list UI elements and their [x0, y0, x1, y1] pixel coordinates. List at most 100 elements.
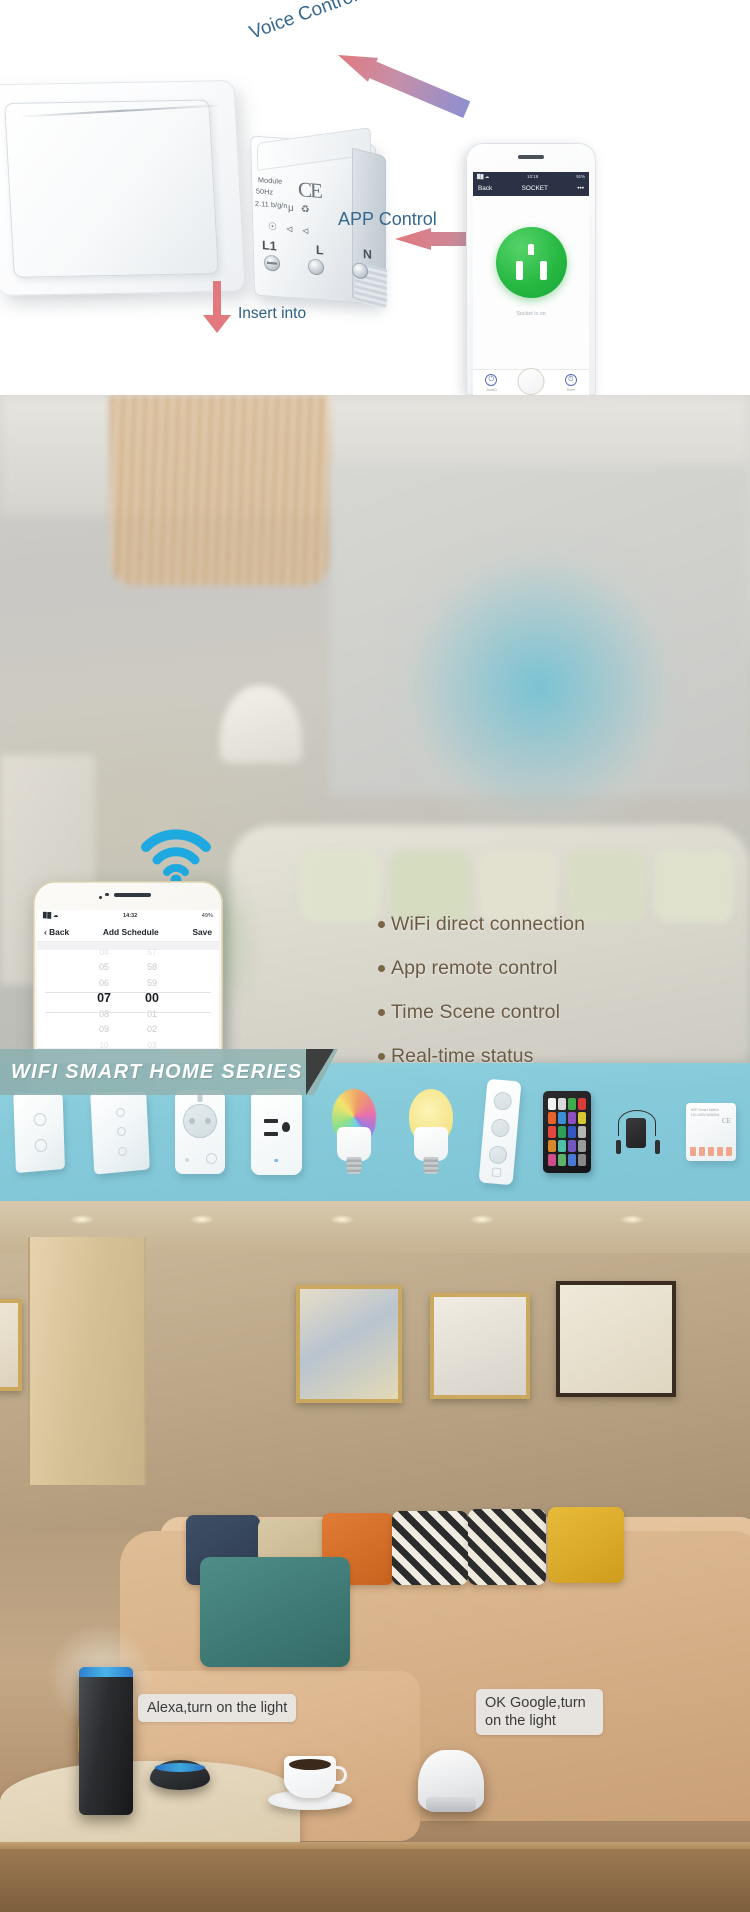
wall-picture-4 — [0, 1299, 22, 1391]
socket-face — [183, 1104, 217, 1138]
sensor-dot-icon — [99, 896, 102, 899]
save-button[interactable]: Save — [192, 927, 212, 937]
battery-icon: 49% — [202, 913, 213, 919]
relay-terminal — [699, 1147, 705, 1156]
action-switch[interactable]: ⏻ Switch — [485, 374, 497, 392]
touch-key-icon — [33, 1112, 46, 1125]
series-banner-title: WIFI SMART HOME SERIES — [11, 1061, 303, 1084]
product-touch-switch-2gang — [14, 1093, 66, 1171]
hour-column[interactable]: 04 05 06 07 08 09 10 — [97, 945, 111, 1054]
wall-artwork — [388, 535, 678, 825]
time-picker[interactable]: 04 05 06 07 08 09 10 57 58 59 00 01 02 0… — [37, 950, 219, 1048]
coffee-cup — [284, 1756, 336, 1798]
relay-terminal — [708, 1147, 714, 1156]
relay-print-text: WiFi Smart Switch 100-240V 50/60Hz — [691, 1108, 731, 1117]
product-mini-relay-module: WiFi Smart Switch 100-240V 50/60Hz CE — [686, 1103, 736, 1161]
back-button[interactable]: ‹ Back — [44, 927, 69, 937]
strip-power-button[interactable] — [492, 1167, 502, 1177]
wall-picture-1 — [296, 1285, 402, 1403]
strip-socket — [488, 1145, 508, 1165]
status-bar: ▉█ ☁ 14:32 49% — [37, 910, 219, 922]
relay-terminal-row — [690, 1147, 732, 1157]
touch-key-icon — [115, 1108, 124, 1117]
echo-light-ring — [79, 1667, 133, 1677]
more-options-button[interactable]: ••• — [577, 185, 584, 192]
product-marketing-page: Module 50Hz 2.11 b/g/n CE μ♻ ☉⏿⏿ L1 L N — [0, 0, 750, 1912]
ceiling-spotlight — [470, 1215, 494, 1224]
cup-handle — [330, 1766, 347, 1784]
feature-item: Real-time status — [378, 1045, 718, 1063]
caption-google: OK Google,turn on the light — [476, 1689, 603, 1735]
minute-option: 02 — [147, 1022, 157, 1038]
nav-bar: Back SOCKET ••• — [473, 181, 589, 196]
voice-control-arrow-icon — [333, 43, 472, 122]
ce-mark-icon: CE — [298, 177, 321, 204]
socket-toggle-button[interactable] — [496, 227, 567, 298]
module-print-line-2: 50Hz — [256, 186, 273, 196]
screw-icon — [308, 258, 324, 275]
phone-screen: ▉█ ☁ 10:18 91% Back SOCKET ••• Socket is… — [473, 172, 589, 369]
page-title: SOCKET — [522, 185, 548, 192]
minute-option: 58 — [147, 960, 157, 976]
signal-icon: ▉█ ☁ — [477, 174, 489, 180]
sofa-pillow-yellow — [548, 1507, 624, 1583]
product-us-smart-socket — [251, 1089, 302, 1175]
relay-terminal — [690, 1147, 696, 1156]
back-button[interactable]: Back — [478, 185, 492, 192]
section-gap — [37, 942, 219, 950]
product-eu-smart-socket — [175, 1090, 225, 1174]
led-indicator-icon — [185, 1158, 189, 1162]
hour-option: 09 — [99, 1022, 109, 1038]
minute-column[interactable]: 57 58 59 00 01 02 03 — [145, 945, 159, 1054]
wall-picture-3 — [556, 1281, 676, 1397]
wall-switch-plate — [0, 80, 246, 296]
action-timer[interactable]: ⏱ Timer — [565, 374, 577, 392]
panel-features-living-room: ▉█ ☁ 14:32 49% ‹ Back Add Schedule Save … — [0, 395, 750, 1063]
ce-mark-icon: CE — [722, 1117, 731, 1125]
page-title: Add Schedule — [103, 927, 159, 937]
coffee-liquid — [289, 1759, 331, 1770]
status-time: 10:18 — [527, 174, 538, 179]
sofa-pillow-pattern — [392, 1511, 468, 1585]
minute-selected: 00 — [145, 991, 159, 1007]
bullet-icon — [378, 1053, 385, 1060]
bullet-icon — [378, 1009, 385, 1016]
hour-option: 08 — [99, 1007, 109, 1023]
phone-add-schedule: ▉█ ☁ 14:32 49% ‹ Back Add Schedule Save … — [33, 881, 223, 1063]
controller-connector-right — [655, 1140, 660, 1154]
wooden-floor — [0, 1849, 750, 1912]
sofa-pillow — [300, 850, 380, 922]
socket-toggle-area: Socket is on — [473, 196, 589, 369]
action-switch-label: Switch — [486, 388, 497, 392]
picker-selection-top-line — [45, 992, 211, 993]
sofa-pillow — [654, 850, 734, 922]
app-control-label: APP Control — [338, 209, 437, 230]
echo-dot-speaker — [150, 1760, 210, 1790]
signal-icon: ▉█ ☁ — [43, 913, 58, 919]
bullet-icon — [378, 965, 385, 972]
power-button[interactable] — [206, 1153, 217, 1164]
socket-slot-lower — [264, 1132, 278, 1136]
picker-selection-bottom-line — [45, 1012, 211, 1013]
action-timer-label: Timer — [566, 388, 575, 392]
feature-item: App remote control — [378, 957, 718, 980]
feature-item: WiFi direct connection — [378, 913, 718, 936]
product-rgb-smart-bulb — [328, 1089, 380, 1175]
caption-alexa: Alexa,turn on the light — [138, 1694, 296, 1722]
room-door — [28, 1237, 146, 1485]
echo-dot-light-ring — [155, 1763, 205, 1772]
home-button[interactable] — [518, 368, 545, 395]
feature-list: WiFi direct connection App remote contro… — [378, 913, 718, 1063]
socket-pin-left — [516, 261, 523, 280]
socket-hole-left — [189, 1118, 195, 1124]
insert-into-label: Insert into — [238, 305, 306, 323]
product-touch-switch-3gang — [92, 1092, 150, 1172]
terminal-label-l: L — [316, 243, 324, 258]
phone-top-deco — [33, 881, 223, 908]
sofa-pillow — [390, 850, 470, 922]
relay-terminal — [726, 1147, 732, 1156]
camera-icon — [105, 893, 109, 897]
touch-key-icon — [117, 1146, 126, 1156]
socket-pin-ground — [528, 244, 534, 255]
sofa-pillow — [566, 850, 646, 922]
